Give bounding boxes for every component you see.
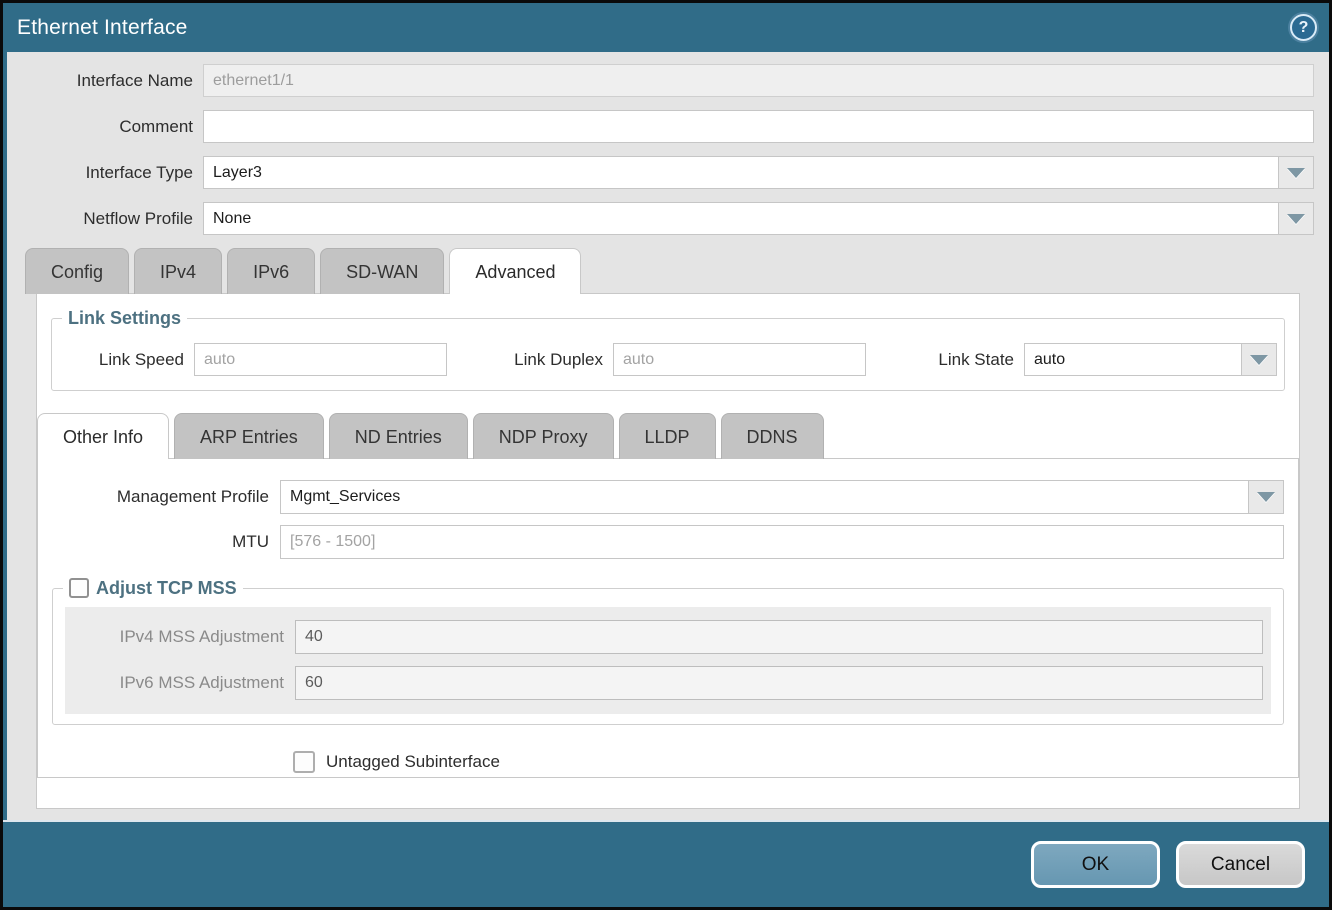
netflow-profile-dropdown-button[interactable] <box>1278 202 1314 235</box>
link-duplex-field[interactable] <box>613 343 866 376</box>
tab-advanced[interactable]: Advanced <box>449 248 581 294</box>
adjust-tcp-mss-checkbox[interactable] <box>69 578 89 598</box>
netflow-profile-select[interactable] <box>203 202 1314 235</box>
dialog-footer: OK Cancel <box>3 820 1329 907</box>
untagged-subinterface-row: Untagged Subinterface <box>293 751 1298 773</box>
comment-row: Comment <box>7 110 1329 143</box>
dialog-body: Interface Name Comment Interface Type <box>7 52 1329 820</box>
netflow-profile-value[interactable] <box>203 202 1278 235</box>
interface-name-row: Interface Name <box>7 64 1329 97</box>
tab-config[interactable]: Config <box>25 248 129 294</box>
tab-lldp[interactable]: LLDP <box>619 413 716 459</box>
mtu-label: MTU <box>38 532 280 552</box>
link-duplex-label: Link Duplex <box>447 350 613 370</box>
advanced-tab-panel: Link Settings Link Speed Link Duplex Lin… <box>36 293 1300 809</box>
help-icon[interactable]: ? <box>1290 14 1317 41</box>
ipv4-mss-row: IPv4 MSS Adjustment <box>65 620 1271 654</box>
chevron-down-icon <box>1287 214 1305 224</box>
interface-type-value[interactable] <box>203 156 1278 189</box>
link-speed-label: Link Speed <box>52 350 194 370</box>
dialog-title: Ethernet Interface <box>17 16 1290 40</box>
untagged-subinterface-label: Untagged Subinterface <box>326 752 500 772</box>
tab-ipv6[interactable]: IPv6 <box>227 248 315 294</box>
comment-label: Comment <box>7 117 203 137</box>
chevron-down-icon <box>1257 492 1275 502</box>
interface-type-label: Interface Type <box>7 163 203 183</box>
interface-type-select[interactable] <box>203 156 1314 189</box>
adjust-tcp-mss-fieldset: Adjust TCP MSS IPv4 MSS Adjustment IPv6 … <box>52 578 1284 725</box>
management-profile-dropdown-button[interactable] <box>1248 480 1284 514</box>
chevron-down-icon <box>1287 168 1305 178</box>
adjust-tcp-mss-legend: Adjust TCP MSS <box>63 578 243 599</box>
cancel-button[interactable]: Cancel <box>1176 841 1305 888</box>
other-info-panel: Management Profile MTU <box>37 458 1299 778</box>
link-state-label: Link State <box>866 350 1024 370</box>
tab-nd-entries[interactable]: ND Entries <box>329 413 468 459</box>
link-speed-field[interactable] <box>194 343 447 376</box>
ethernet-interface-dialog: Ethernet Interface ? Interface Name Comm… <box>0 0 1332 910</box>
management-profile-select[interactable] <box>280 480 1284 513</box>
link-state-select[interactable] <box>1024 343 1277 376</box>
ok-button[interactable]: OK <box>1031 841 1160 888</box>
tab-other-info[interactable]: Other Info <box>37 413 169 459</box>
interface-name-field <box>203 64 1314 97</box>
interface-type-row: Interface Type <box>7 156 1329 189</box>
tab-arp-entries[interactable]: ARP Entries <box>174 413 324 459</box>
tab-sd-wan[interactable]: SD-WAN <box>320 248 444 294</box>
tab-ndp-proxy[interactable]: NDP Proxy <box>473 413 614 459</box>
link-state-dropdown-button[interactable] <box>1241 343 1277 376</box>
adjust-tcp-mss-label: Adjust TCP MSS <box>96 578 237 598</box>
ipv4-mss-label: IPv4 MSS Adjustment <box>65 627 295 647</box>
other-info-tab-bar: Other Info ARP Entries ND Entries NDP Pr… <box>37 413 1299 459</box>
mtu-row: MTU <box>38 525 1298 559</box>
chevron-down-icon <box>1250 355 1268 365</box>
comment-field[interactable] <box>203 110 1314 143</box>
netflow-profile-label: Netflow Profile <box>7 209 203 229</box>
interface-name-label: Interface Name <box>7 71 203 91</box>
ipv6-mss-field <box>295 666 1263 700</box>
mss-panel: IPv4 MSS Adjustment IPv6 MSS Adjustment <box>65 607 1271 714</box>
mtu-field[interactable] <box>280 525 1284 559</box>
main-tab-bar: Config IPv4 IPv6 SD-WAN Advanced <box>25 248 1329 294</box>
management-profile-value[interactable] <box>280 480 1248 514</box>
tab-ddns[interactable]: DDNS <box>721 413 824 459</box>
tab-ipv4[interactable]: IPv4 <box>134 248 222 294</box>
link-settings-fieldset: Link Settings Link Speed Link Duplex Lin… <box>51 308 1285 391</box>
link-settings-legend: Link Settings <box>62 308 187 329</box>
link-state-value[interactable] <box>1024 343 1241 376</box>
ipv4-mss-field <box>295 620 1263 654</box>
management-profile-label: Management Profile <box>38 487 280 507</box>
ipv6-mss-row: IPv6 MSS Adjustment <box>65 666 1271 700</box>
ipv6-mss-label: IPv6 MSS Adjustment <box>65 673 295 693</box>
title-bar: Ethernet Interface ? <box>3 3 1329 52</box>
untagged-subinterface-checkbox[interactable] <box>293 751 315 773</box>
management-profile-row: Management Profile <box>38 480 1298 514</box>
netflow-profile-row: Netflow Profile <box>7 202 1329 235</box>
interface-type-dropdown-button[interactable] <box>1278 156 1314 189</box>
